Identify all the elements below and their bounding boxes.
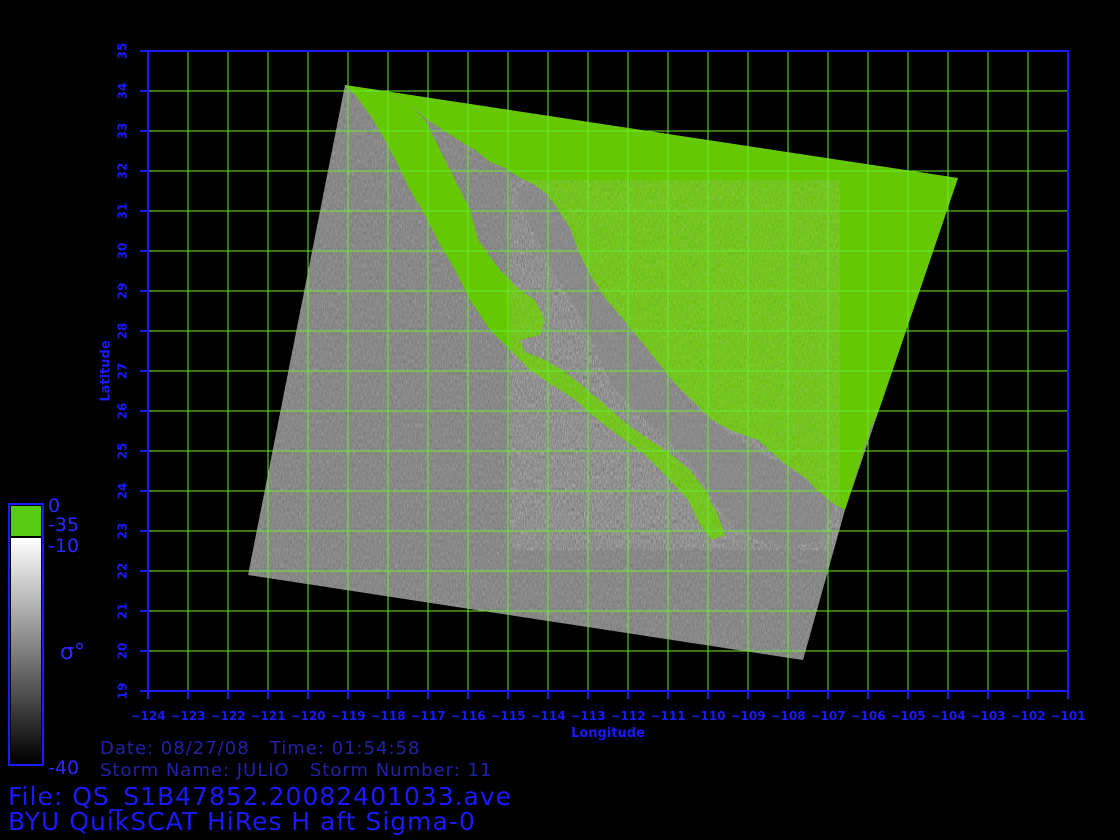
colorbar-tick-minus10: -10 [48, 535, 80, 557]
x-tick-label: −121 [250, 709, 285, 723]
colorbar-tick-minus40: -40 [48, 757, 80, 779]
y-tick-label: 34 [116, 83, 130, 100]
x-tick-label: −101 [1050, 709, 1085, 723]
x-tick-label: −116 [450, 709, 485, 723]
radar-swath-image [248, 85, 958, 660]
y-tick-label: 19 [116, 683, 130, 700]
y-tick-label: 21 [116, 603, 130, 620]
x-axis-title: Longitude [571, 726, 645, 741]
y-tick-label: 33 [116, 123, 130, 140]
colorbar-sigma-label: σ° [60, 640, 85, 665]
y-tick-label: 23 [116, 523, 130, 540]
x-tick-label: −107 [810, 709, 845, 723]
x-tick-label: −123 [170, 709, 205, 723]
date-time-line: Date: 08/27/08 Time: 01:54:58 [100, 738, 421, 759]
x-tick-label: −105 [890, 709, 925, 723]
y-tick-label: 32 [116, 163, 130, 180]
y-tick-label: 29 [116, 283, 130, 300]
y-tick-label: 25 [116, 443, 130, 460]
y-tick-label: 27 [116, 363, 130, 380]
x-tick-label: −119 [330, 709, 365, 723]
colorbar-gray-segment [11, 538, 41, 763]
x-tick-label: −112 [610, 709, 645, 723]
x-tick-label: −110 [690, 709, 725, 723]
x-tick-label: −109 [730, 709, 765, 723]
y-tick-label: 24 [116, 483, 130, 500]
x-tick-label: −104 [930, 709, 965, 723]
x-tick-label: −111 [650, 709, 685, 723]
storm-line: Storm Name: JULIO Storm Number: 11 [100, 760, 493, 781]
x-tick-label: −114 [530, 709, 565, 723]
scatterometer-map: −124 −123 −122 −121 −120 −119 −118 −117 −116 −115… [8, 43, 1086, 766]
x-tick-label: −106 [850, 709, 885, 723]
x-tick-label: −120 [290, 709, 325, 723]
colorbar [8, 503, 44, 766]
y-tick-label: 22 [116, 563, 130, 580]
x-tick-label: −118 [370, 709, 405, 723]
x-tick-label: −113 [570, 709, 605, 723]
y-tick-label: 31 [116, 203, 130, 220]
y-tick-label: 28 [116, 323, 130, 340]
x-tick-label: −103 [970, 709, 1005, 723]
y-tick-label: 30 [116, 243, 130, 260]
x-tick-label: −108 [770, 709, 805, 723]
y-tick-label: 26 [116, 403, 130, 420]
colorbar-green-segment [11, 506, 41, 536]
x-tick-label: −115 [490, 709, 525, 723]
x-tick-label: −117 [410, 709, 445, 723]
x-tick-label: −122 [210, 709, 245, 723]
y-tick-label: 20 [116, 643, 130, 660]
y-axis-title: Latitude [99, 340, 114, 402]
y-tick-label: 35 [116, 43, 130, 60]
colorbar-tick-minus35: -35 [48, 514, 80, 536]
x-tick-label: −124 [130, 709, 165, 723]
x-tick-label: −102 [1010, 709, 1045, 723]
title-line: BYU QuikSCAT HiRes H aft Sigma-0 [8, 807, 476, 836]
